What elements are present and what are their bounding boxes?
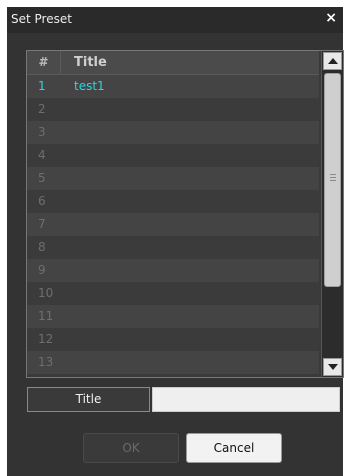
row-number: 7 [38, 217, 46, 231]
window-title: Set Preset [11, 12, 72, 26]
table-row[interactable]: 13 [27, 351, 319, 374]
close-icon[interactable]: × [325, 10, 337, 26]
table-row[interactable]: 3 [27, 121, 319, 144]
table-row[interactable]: 7 [27, 213, 319, 236]
scroll-thumb[interactable] [324, 73, 341, 287]
table-row[interactable]: 8 [27, 236, 319, 259]
row-number: 2 [38, 102, 46, 116]
scroll-down-button[interactable] [323, 358, 342, 376]
title-input[interactable] [152, 387, 340, 412]
vertical-scrollbar[interactable] [321, 51, 343, 377]
row-number: 6 [38, 194, 46, 208]
row-number: 1 [38, 79, 46, 93]
scroll-up-button[interactable] [323, 52, 342, 70]
row-number: 4 [38, 148, 46, 162]
row-number: 8 [38, 240, 46, 254]
table-row[interactable]: 12 [27, 328, 319, 351]
row-number: 11 [38, 309, 54, 323]
number-column-header[interactable]: # [27, 51, 61, 74]
table-row[interactable]: 6 [27, 190, 319, 213]
row-title: test1 [74, 79, 105, 93]
title-bar: Set Preset × [7, 7, 343, 33]
preset-table: # Title 1 test1 2 3 4 5 6 7 8 9 10 11 12 13 [26, 50, 344, 378]
table-body: 1 test1 2 3 4 5 6 7 8 9 10 11 12 13 [27, 75, 319, 374]
scroll-up-arrow-icon [328, 58, 338, 64]
table-row[interactable]: 10 [27, 282, 319, 305]
cancel-button[interactable]: Cancel [186, 433, 282, 463]
row-number: 10 [38, 286, 54, 300]
title-column-header[interactable]: Title [74, 51, 107, 74]
row-number: 13 [38, 355, 54, 369]
table-row[interactable]: 2 [27, 98, 319, 121]
set-preset-dialog: Set Preset × # Title 1 test1 2 3 4 5 6 7 8 9 10 11 1… [7, 7, 344, 476]
table-row[interactable]: 1 test1 [27, 75, 319, 98]
table-header: # Title [27, 51, 319, 75]
table-row[interactable]: 9 [27, 259, 319, 282]
table-row[interactable]: 4 [27, 144, 319, 167]
scroll-down-arrow-icon [328, 364, 338, 370]
title-label: Title [27, 387, 150, 412]
row-number: 9 [38, 263, 46, 277]
grip-icon [330, 174, 336, 181]
ok-button[interactable]: OK [83, 433, 179, 463]
table-row[interactable]: 11 [27, 305, 319, 328]
row-number: 5 [38, 171, 46, 185]
table-row[interactable]: 5 [27, 167, 319, 190]
row-number: 12 [38, 332, 54, 346]
row-number: 3 [38, 125, 46, 139]
